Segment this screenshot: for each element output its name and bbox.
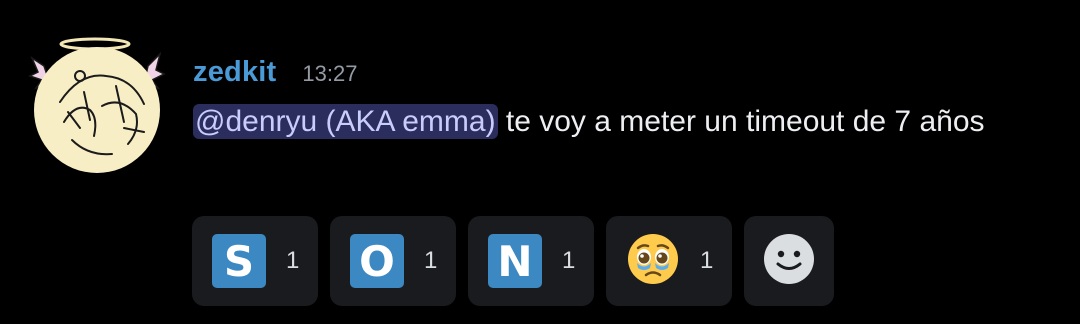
reaction-o[interactable]: O 1: [330, 216, 456, 306]
add-reaction-button[interactable]: [744, 216, 834, 306]
username[interactable]: zedkit: [193, 56, 276, 89]
avatar[interactable]: [28, 32, 166, 174]
pleading-face-icon: [626, 232, 680, 291]
regional-indicator-n-icon: N: [488, 234, 542, 288]
timestamp[interactable]: 13:27: [302, 61, 357, 87]
reaction-count: 1: [424, 247, 438, 274]
regional-indicator-s-icon: S: [212, 234, 266, 288]
reaction-count: 1: [286, 247, 300, 274]
reaction-bar: S 1 O 1 N 1 1: [192, 216, 834, 306]
reaction-count: 1: [562, 247, 576, 274]
reaction-n[interactable]: N 1: [468, 216, 594, 306]
reaction-count: 1: [700, 247, 714, 274]
regional-indicator-o-icon: O: [350, 234, 404, 288]
reaction-pleading-face[interactable]: 1: [606, 216, 732, 306]
message-content: @denryu (AKA emma) te voy a meter un tim…: [193, 96, 1043, 148]
chat-message: zedkit 13:27 @denryu (AKA emma) te voy a…: [0, 0, 1080, 324]
user-mention[interactable]: @denryu (AKA emma): [193, 104, 498, 139]
message-header: zedkit 13:27: [193, 56, 357, 89]
message-text: te voy a meter un timeout de 7 años: [497, 105, 985, 138]
add-reaction-smiley-icon: [763, 233, 815, 290]
reaction-s[interactable]: S 1: [192, 216, 318, 306]
